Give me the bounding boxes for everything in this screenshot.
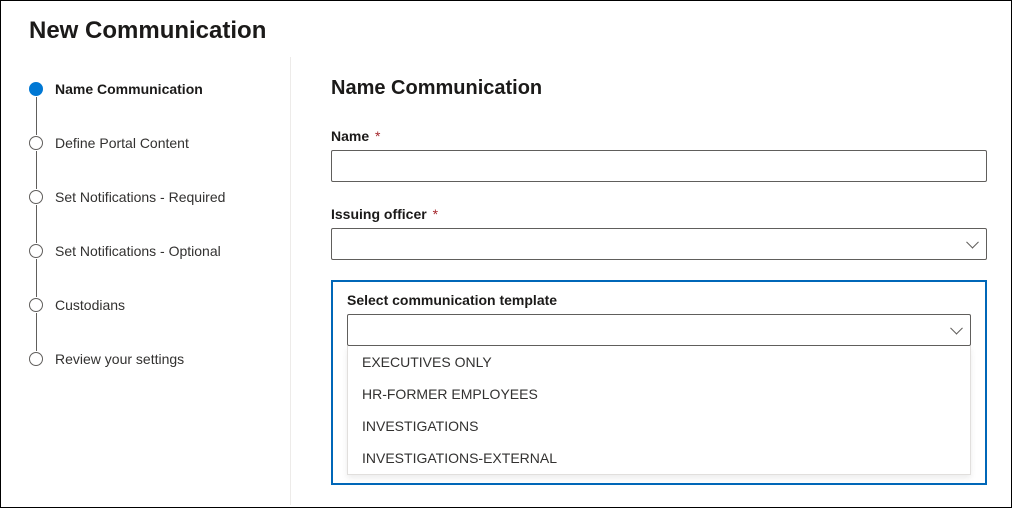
content-area: Name Communication Define Portal Content… [1, 57, 1011, 505]
step-connector-icon [36, 313, 37, 351]
step-review-your-settings[interactable]: Review your settings [29, 351, 290, 367]
section-heading: Name Communication [331, 77, 987, 100]
step-connector-icon [36, 97, 37, 135]
label-text: Name [331, 128, 369, 144]
field-name: Name * [331, 128, 987, 182]
template-option-executives-only[interactable]: EXECUTIVES ONLY [348, 346, 970, 378]
step-connector-icon [36, 205, 37, 243]
template-select-wrap [347, 314, 971, 346]
step-dot-icon [29, 82, 43, 96]
wizard-steps-nav: Name Communication Define Portal Content… [1, 57, 291, 505]
issuing-officer-label: Issuing officer * [331, 206, 987, 222]
required-mark-icon: * [433, 206, 438, 222]
template-dropdown-list: EXECUTIVES ONLY HR-FORMER EMPLOYEES INVE… [347, 346, 971, 475]
issuing-officer-select-wrap [331, 228, 987, 260]
step-label: Name Communication [55, 81, 203, 97]
page-title: New Communication [1, 1, 1011, 57]
label-text: Issuing officer [331, 206, 427, 222]
step-dot-icon [29, 190, 43, 204]
form-panel: Name Communication Name * Issuing office… [291, 57, 1011, 505]
step-dot-icon [29, 244, 43, 258]
step-label: Define Portal Content [55, 135, 189, 151]
required-mark-icon: * [375, 128, 380, 144]
template-label: Select communication template [347, 292, 971, 308]
field-issuing-officer: Issuing officer * [331, 206, 987, 260]
step-label: Custodians [55, 297, 125, 313]
template-highlight-block: Select communication template EXECUTIVES… [331, 280, 987, 485]
name-input[interactable] [331, 150, 987, 182]
step-set-notifications-required[interactable]: Set Notifications - Required [29, 189, 290, 205]
step-label: Set Notifications - Optional [55, 243, 221, 259]
template-option-investigations-external[interactable]: INVESTIGATIONS-EXTERNAL [348, 442, 970, 474]
step-dot-icon [29, 352, 43, 366]
step-set-notifications-optional[interactable]: Set Notifications - Optional [29, 243, 290, 259]
step-dot-icon [29, 136, 43, 150]
step-custodians[interactable]: Custodians [29, 297, 290, 313]
template-option-investigations[interactable]: INVESTIGATIONS [348, 410, 970, 442]
name-label: Name * [331, 128, 987, 144]
step-connector-icon [36, 259, 37, 297]
step-label: Set Notifications - Required [55, 189, 225, 205]
step-label: Review your settings [55, 351, 184, 367]
step-dot-icon [29, 298, 43, 312]
template-option-hr-former-employees[interactable]: HR-FORMER EMPLOYEES [348, 378, 970, 410]
issuing-officer-select[interactable] [331, 228, 987, 260]
step-connector-icon [36, 151, 37, 189]
step-define-portal-content[interactable]: Define Portal Content [29, 135, 290, 151]
step-name-communication[interactable]: Name Communication [29, 81, 290, 97]
template-select[interactable] [347, 314, 971, 346]
